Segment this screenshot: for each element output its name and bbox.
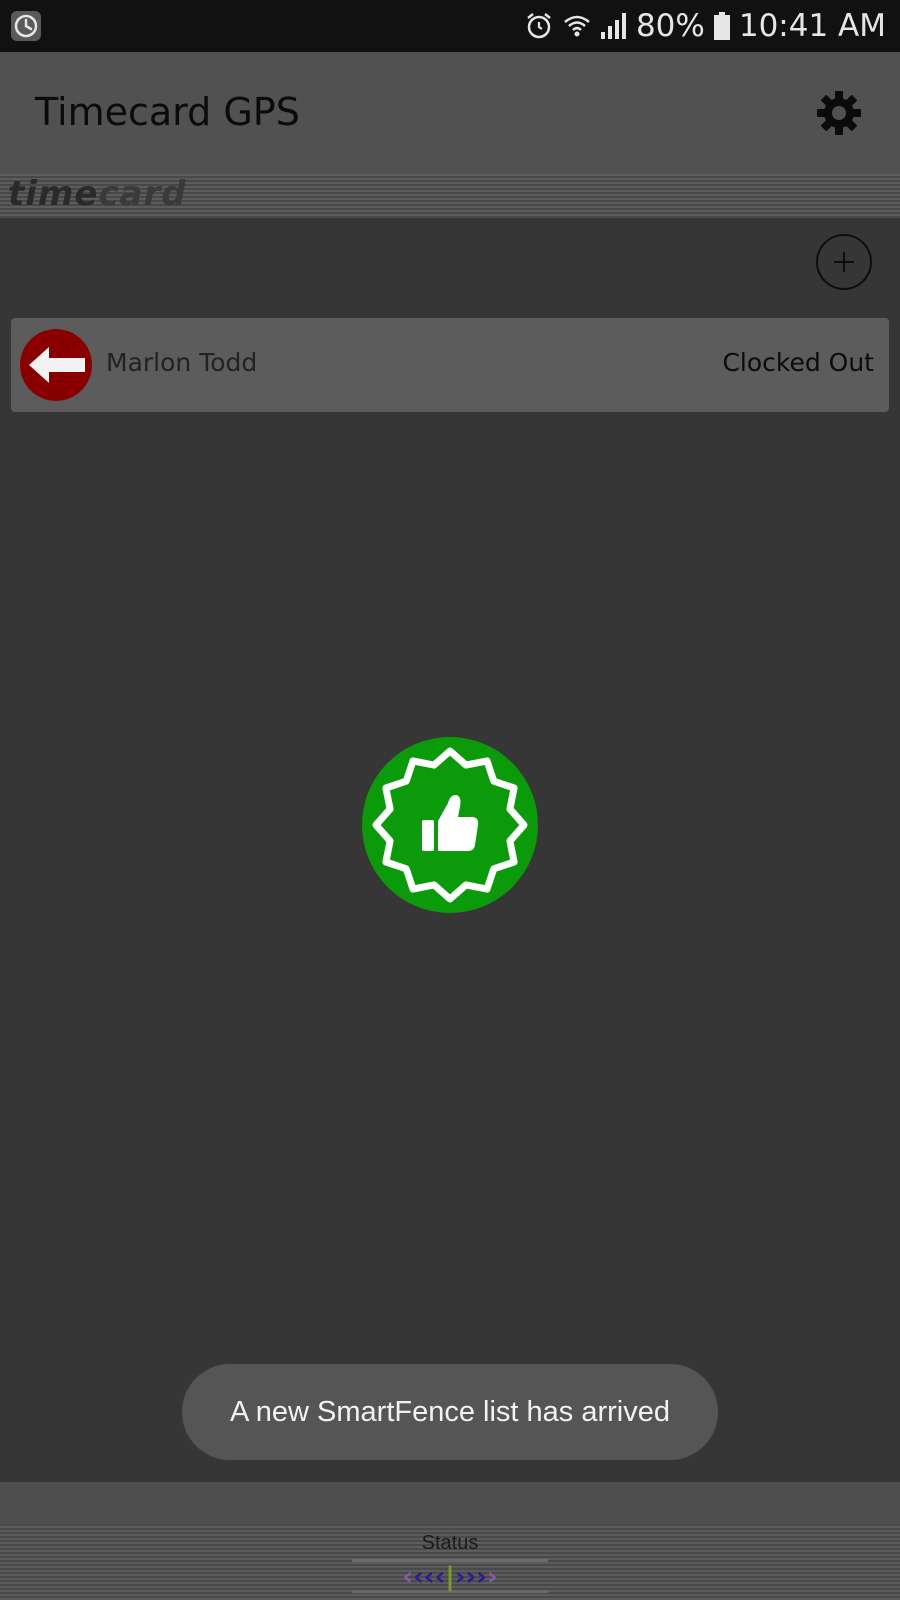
status-label: Status (421, 1532, 479, 1554)
employee-name: Marlon Todd (106, 348, 258, 377)
employee-list-item[interactable]: Marlon Todd Clocked Out (11, 318, 889, 412)
arrow-left-icon (20, 329, 92, 401)
brand-strip: timecard (0, 174, 900, 218)
timecard-logo: timecard (8, 174, 187, 214)
logo-part-time: time (8, 174, 99, 214)
add-employee-button[interactable] (816, 234, 872, 290)
gear-icon[interactable] (816, 90, 862, 136)
bottom-status-bar: Status ‹‹‹‹|›››› (0, 1482, 900, 1600)
toast-notification: A new SmartFence list has arrived (182, 1364, 718, 1460)
toast-message: A new SmartFence list has arrived (229, 1395, 670, 1428)
thumbs-up-icon (362, 737, 538, 913)
status-icons: 80% 10:41 AM (524, 6, 886, 46)
bottom-bar-divider (0, 1482, 900, 1524)
status-indicator-icon[interactable]: ‹‹‹‹|›››› (352, 1559, 548, 1593)
wifi-icon (564, 15, 590, 37)
battery-percent: 80% (635, 8, 705, 44)
clock-icon (11, 11, 41, 41)
battery-icon (713, 12, 730, 40)
app-bar: Timecard GPS (0, 52, 900, 174)
alarm-icon (527, 13, 551, 39)
employee-status: Clocked Out (722, 348, 874, 377)
clock-time: 10:41 AM (738, 8, 886, 44)
app-title: Timecard GPS (35, 90, 300, 134)
cell-signal-icon (600, 13, 626, 39)
status-bar: 80% 10:41 AM (0, 0, 900, 52)
svg-text:‹‹‹‹|››››: ‹‹‹‹|›››› (402, 1562, 497, 1592)
logo-part-card: card (98, 174, 187, 214)
